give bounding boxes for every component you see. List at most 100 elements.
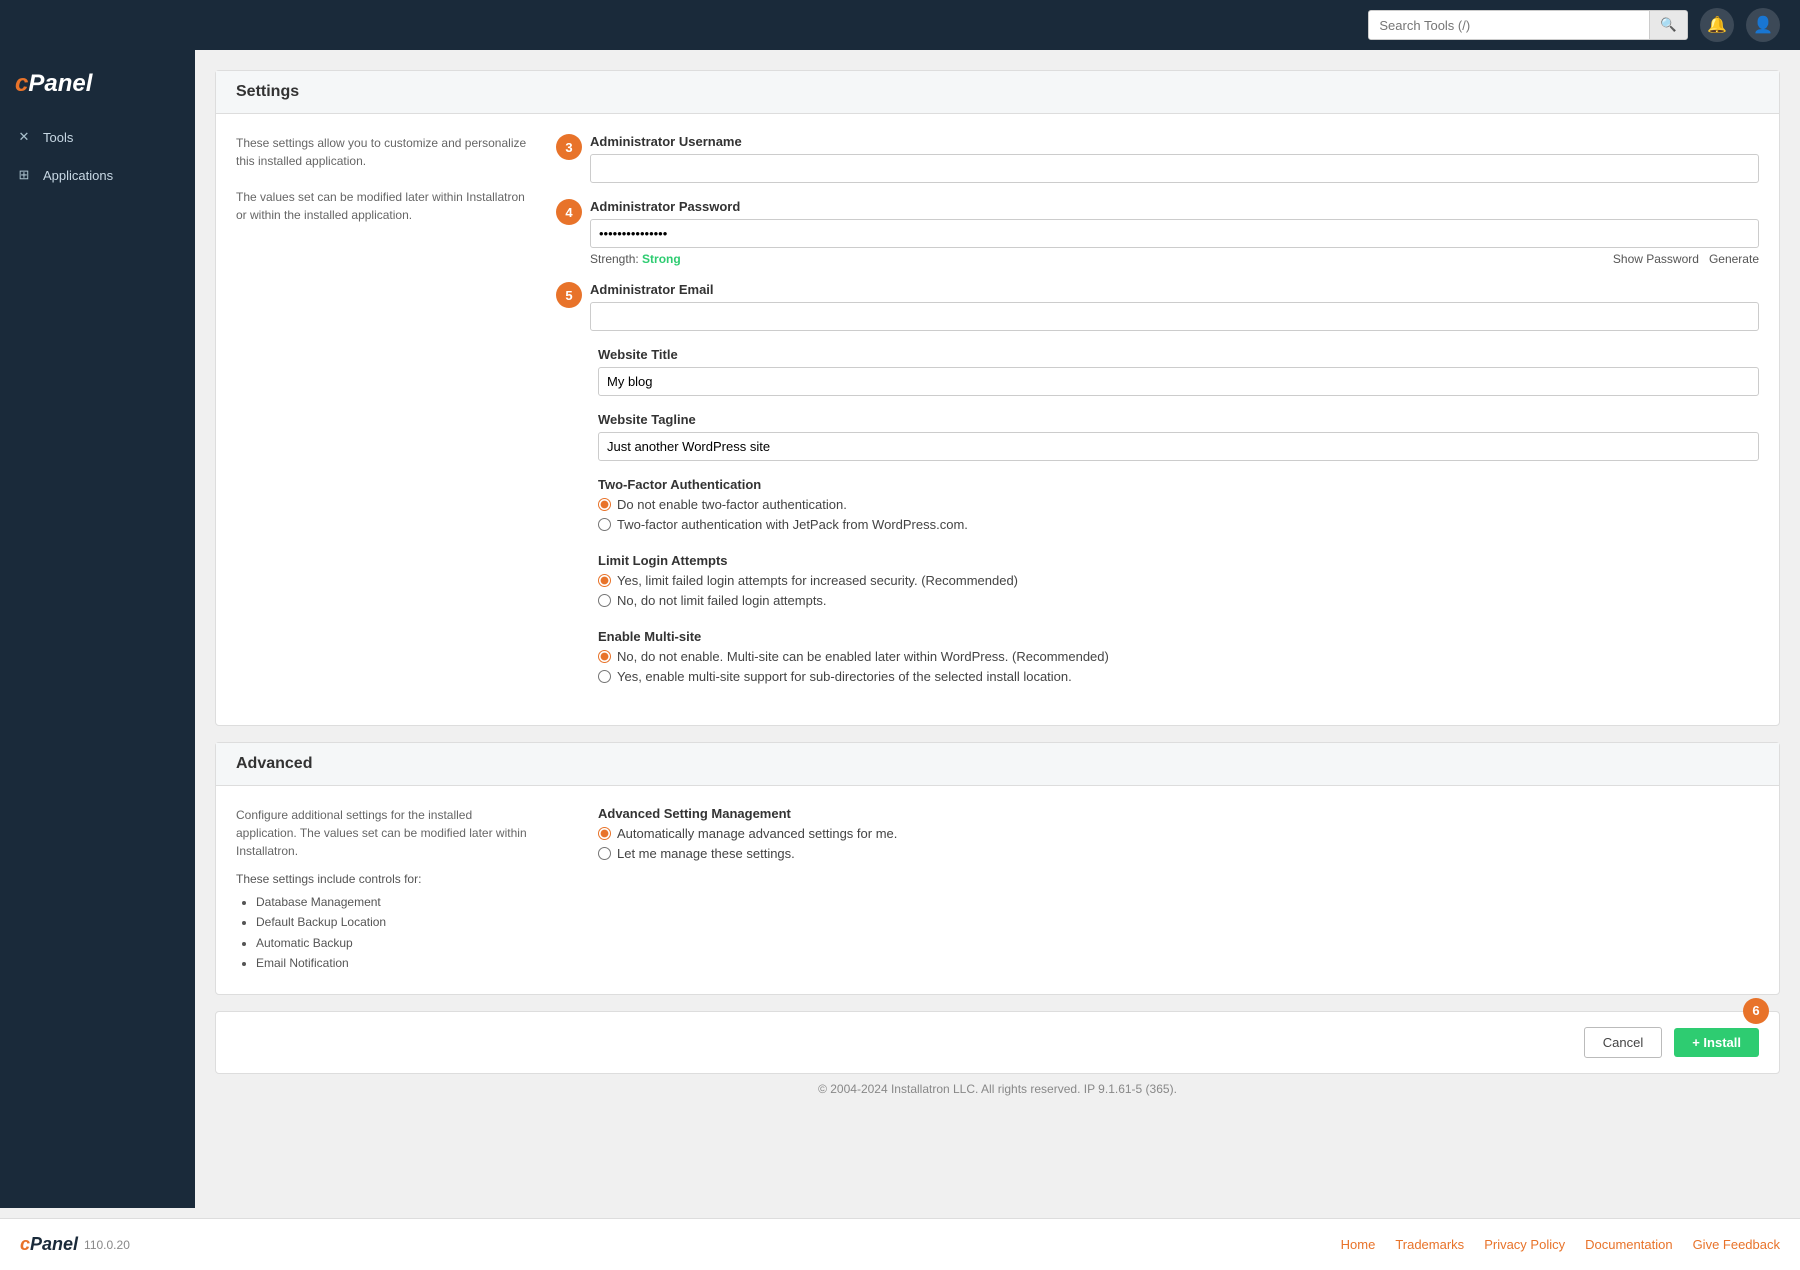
website-title-content: Website Title (598, 347, 1759, 396)
sidebar-item-tools[interactable]: ✕ Tools (0, 118, 195, 156)
advanced-option2[interactable]: Let me manage these settings. (598, 846, 1759, 861)
advanced-setting-content: Advanced Setting Management Automaticall… (598, 806, 1759, 866)
two-factor-option1[interactable]: Do not enable two-factor authentication. (598, 497, 1759, 512)
settings-header: Settings (216, 71, 1779, 114)
two-factor-radio2[interactable] (598, 518, 611, 531)
admin-password-group: 4 Administrator Password Strength: Stron… (556, 199, 1759, 266)
two-factor-group: Two-Factor Authentication Do not enable … (556, 477, 1759, 537)
limit-login-radio-group: Yes, limit failed login attempts for inc… (598, 573, 1759, 608)
advanced-desc: Configure additional settings for the in… (236, 806, 536, 974)
admin-password-input[interactable] (590, 219, 1759, 248)
step-badge-6: 6 (1743, 998, 1769, 1024)
tools-icon: ✕ (15, 128, 33, 146)
admin-username-field-content: Administrator Username (590, 134, 1759, 183)
limit-login-group: Limit Login Attempts Yes, limit failed l… (556, 553, 1759, 613)
show-password-link[interactable]: Show Password (1613, 252, 1699, 266)
advanced-card: Advanced Configure additional settings f… (215, 742, 1780, 995)
settings-include: These settings include controls for: Dat… (236, 870, 536, 974)
step-badge-3: 3 (556, 134, 582, 160)
multisite-radio-group: No, do not enable. Multi-site can be ena… (598, 649, 1759, 684)
multisite-group: Enable Multi-site No, do not enable. Mul… (556, 629, 1759, 689)
advanced-title: Advanced (236, 755, 1759, 773)
footer-logo-c: c (20, 1234, 30, 1254)
password-strength: Strength: Strong (590, 252, 681, 266)
settings-desc: These settings allow you to customize an… (236, 134, 536, 705)
two-factor-option2[interactable]: Two-factor authentication with JetPack f… (598, 517, 1759, 532)
footer-link-home[interactable]: Home (1341, 1237, 1376, 1252)
logo-c: c (15, 70, 28, 97)
two-factor-radio1[interactable] (598, 498, 611, 511)
admin-email-input[interactable] (590, 302, 1759, 331)
advanced-body: Configure additional settings for the in… (216, 786, 1779, 994)
footer-logo: cPanel 110.0.20 (20, 1234, 130, 1255)
limit-login-label: Limit Login Attempts (598, 553, 1759, 568)
multisite-content: Enable Multi-site No, do not enable. Mul… (598, 629, 1759, 689)
settings-fields: 3 Administrator Username 4 (556, 134, 1759, 705)
step-badge-5: 5 (556, 282, 582, 308)
admin-password-field-content: Administrator Password Strength: Strong … (590, 199, 1759, 266)
settings-include-list: Database Management Default Backup Locat… (236, 892, 536, 974)
content-area: Settings These settings allow you to cus… (195, 50, 1800, 1208)
footer-logo-text: cPanel (20, 1234, 78, 1255)
multisite-option1[interactable]: No, do not enable. Multi-site can be ena… (598, 649, 1759, 664)
applications-icon: ⊞ (15, 166, 33, 184)
limit-login-option1[interactable]: Yes, limit failed login attempts for inc… (598, 573, 1759, 588)
multisite-option2[interactable]: Yes, enable multi-site support for sub-d… (598, 669, 1759, 684)
step-badge-4: 4 (556, 199, 582, 225)
limit-login-content: Limit Login Attempts Yes, limit failed l… (598, 553, 1759, 613)
website-title-group: Website Title (556, 347, 1759, 396)
footer-copyright: © 2004-2024 Installatron LLC. All rights… (215, 1074, 1780, 1104)
footer-link-trademarks[interactable]: Trademarks (1395, 1237, 1464, 1252)
footer-logo-panel: Panel (30, 1234, 78, 1254)
list-item-auto-backup: Automatic Backup (256, 933, 536, 953)
advanced-setting-label: Advanced Setting Management (598, 806, 1759, 821)
advanced-radio2[interactable] (598, 847, 611, 860)
settings-title: Settings (236, 83, 1759, 101)
footer-actions: 6 Cancel + Install (215, 1011, 1780, 1074)
two-factor-content: Two-Factor Authentication Do not enable … (598, 477, 1759, 537)
limit-login-option2[interactable]: No, do not limit failed login attempts. (598, 593, 1759, 608)
footer-version: 110.0.20 (84, 1238, 130, 1252)
settings-include-label: These settings include controls for: (236, 870, 536, 888)
website-title-input[interactable] (598, 367, 1759, 396)
search-container: 🔍 (1368, 10, 1688, 40)
footer-link-feedback[interactable]: Give Feedback (1693, 1237, 1780, 1252)
search-box: 🔍 (1368, 10, 1688, 40)
website-tagline-input[interactable] (598, 432, 1759, 461)
multisite-radio2[interactable] (598, 670, 611, 683)
multisite-label: Enable Multi-site (598, 629, 1759, 644)
cancel-button[interactable]: Cancel (1584, 1027, 1662, 1058)
user-account-button[interactable]: 👤 (1746, 8, 1780, 42)
website-tagline-content: Website Tagline (598, 412, 1759, 461)
advanced-option1[interactable]: Automatically manage advanced settings f… (598, 826, 1759, 841)
multisite-radio1[interactable] (598, 650, 611, 663)
admin-email-field-content: Administrator Email (590, 282, 1759, 331)
install-button[interactable]: + Install (1674, 1028, 1759, 1057)
main-layout: cPanel ✕ Tools ⊞ Applications Settings (0, 50, 1800, 1208)
advanced-fields: Advanced Setting Management Automaticall… (556, 806, 1759, 974)
limit-login-radio1[interactable] (598, 574, 611, 587)
settings-desc1: These settings allow you to customize an… (236, 134, 536, 170)
settings-card: Settings These settings allow you to cus… (215, 70, 1780, 726)
limit-login-radio2[interactable] (598, 594, 611, 607)
notifications-button[interactable]: 🔔 (1700, 8, 1734, 42)
sidebar-item-applications[interactable]: ⊞ Applications (0, 156, 195, 194)
footer-links: Home Trademarks Privacy Policy Documenta… (1341, 1237, 1780, 1252)
advanced-radio1[interactable] (598, 827, 611, 840)
footer-link-documentation[interactable]: Documentation (1585, 1237, 1672, 1252)
app-wrapper: 🔍 🔔 👤 cPanel ✕ Tools ⊞ Applications (0, 0, 1800, 1270)
two-factor-radio-group: Do not enable two-factor authentication.… (598, 497, 1759, 532)
advanced-desc1: Configure additional settings for the in… (236, 806, 536, 860)
search-input[interactable] (1369, 12, 1649, 39)
advanced-radio-group: Automatically manage advanced settings f… (598, 826, 1759, 861)
sidebar-tools-label: Tools (43, 130, 73, 145)
admin-username-input[interactable] (590, 154, 1759, 183)
password-links: Show Password Generate (1613, 252, 1759, 266)
search-button[interactable]: 🔍 (1649, 11, 1687, 39)
admin-password-label: Administrator Password (590, 199, 1759, 214)
advanced-setting-group: Advanced Setting Management Automaticall… (556, 806, 1759, 866)
generate-password-link[interactable]: Generate (1709, 252, 1759, 266)
footer-link-privacy[interactable]: Privacy Policy (1484, 1237, 1565, 1252)
copyright-text: © 2004-2024 Installatron LLC. All rights… (818, 1082, 1177, 1096)
sidebar-applications-label: Applications (43, 168, 113, 183)
